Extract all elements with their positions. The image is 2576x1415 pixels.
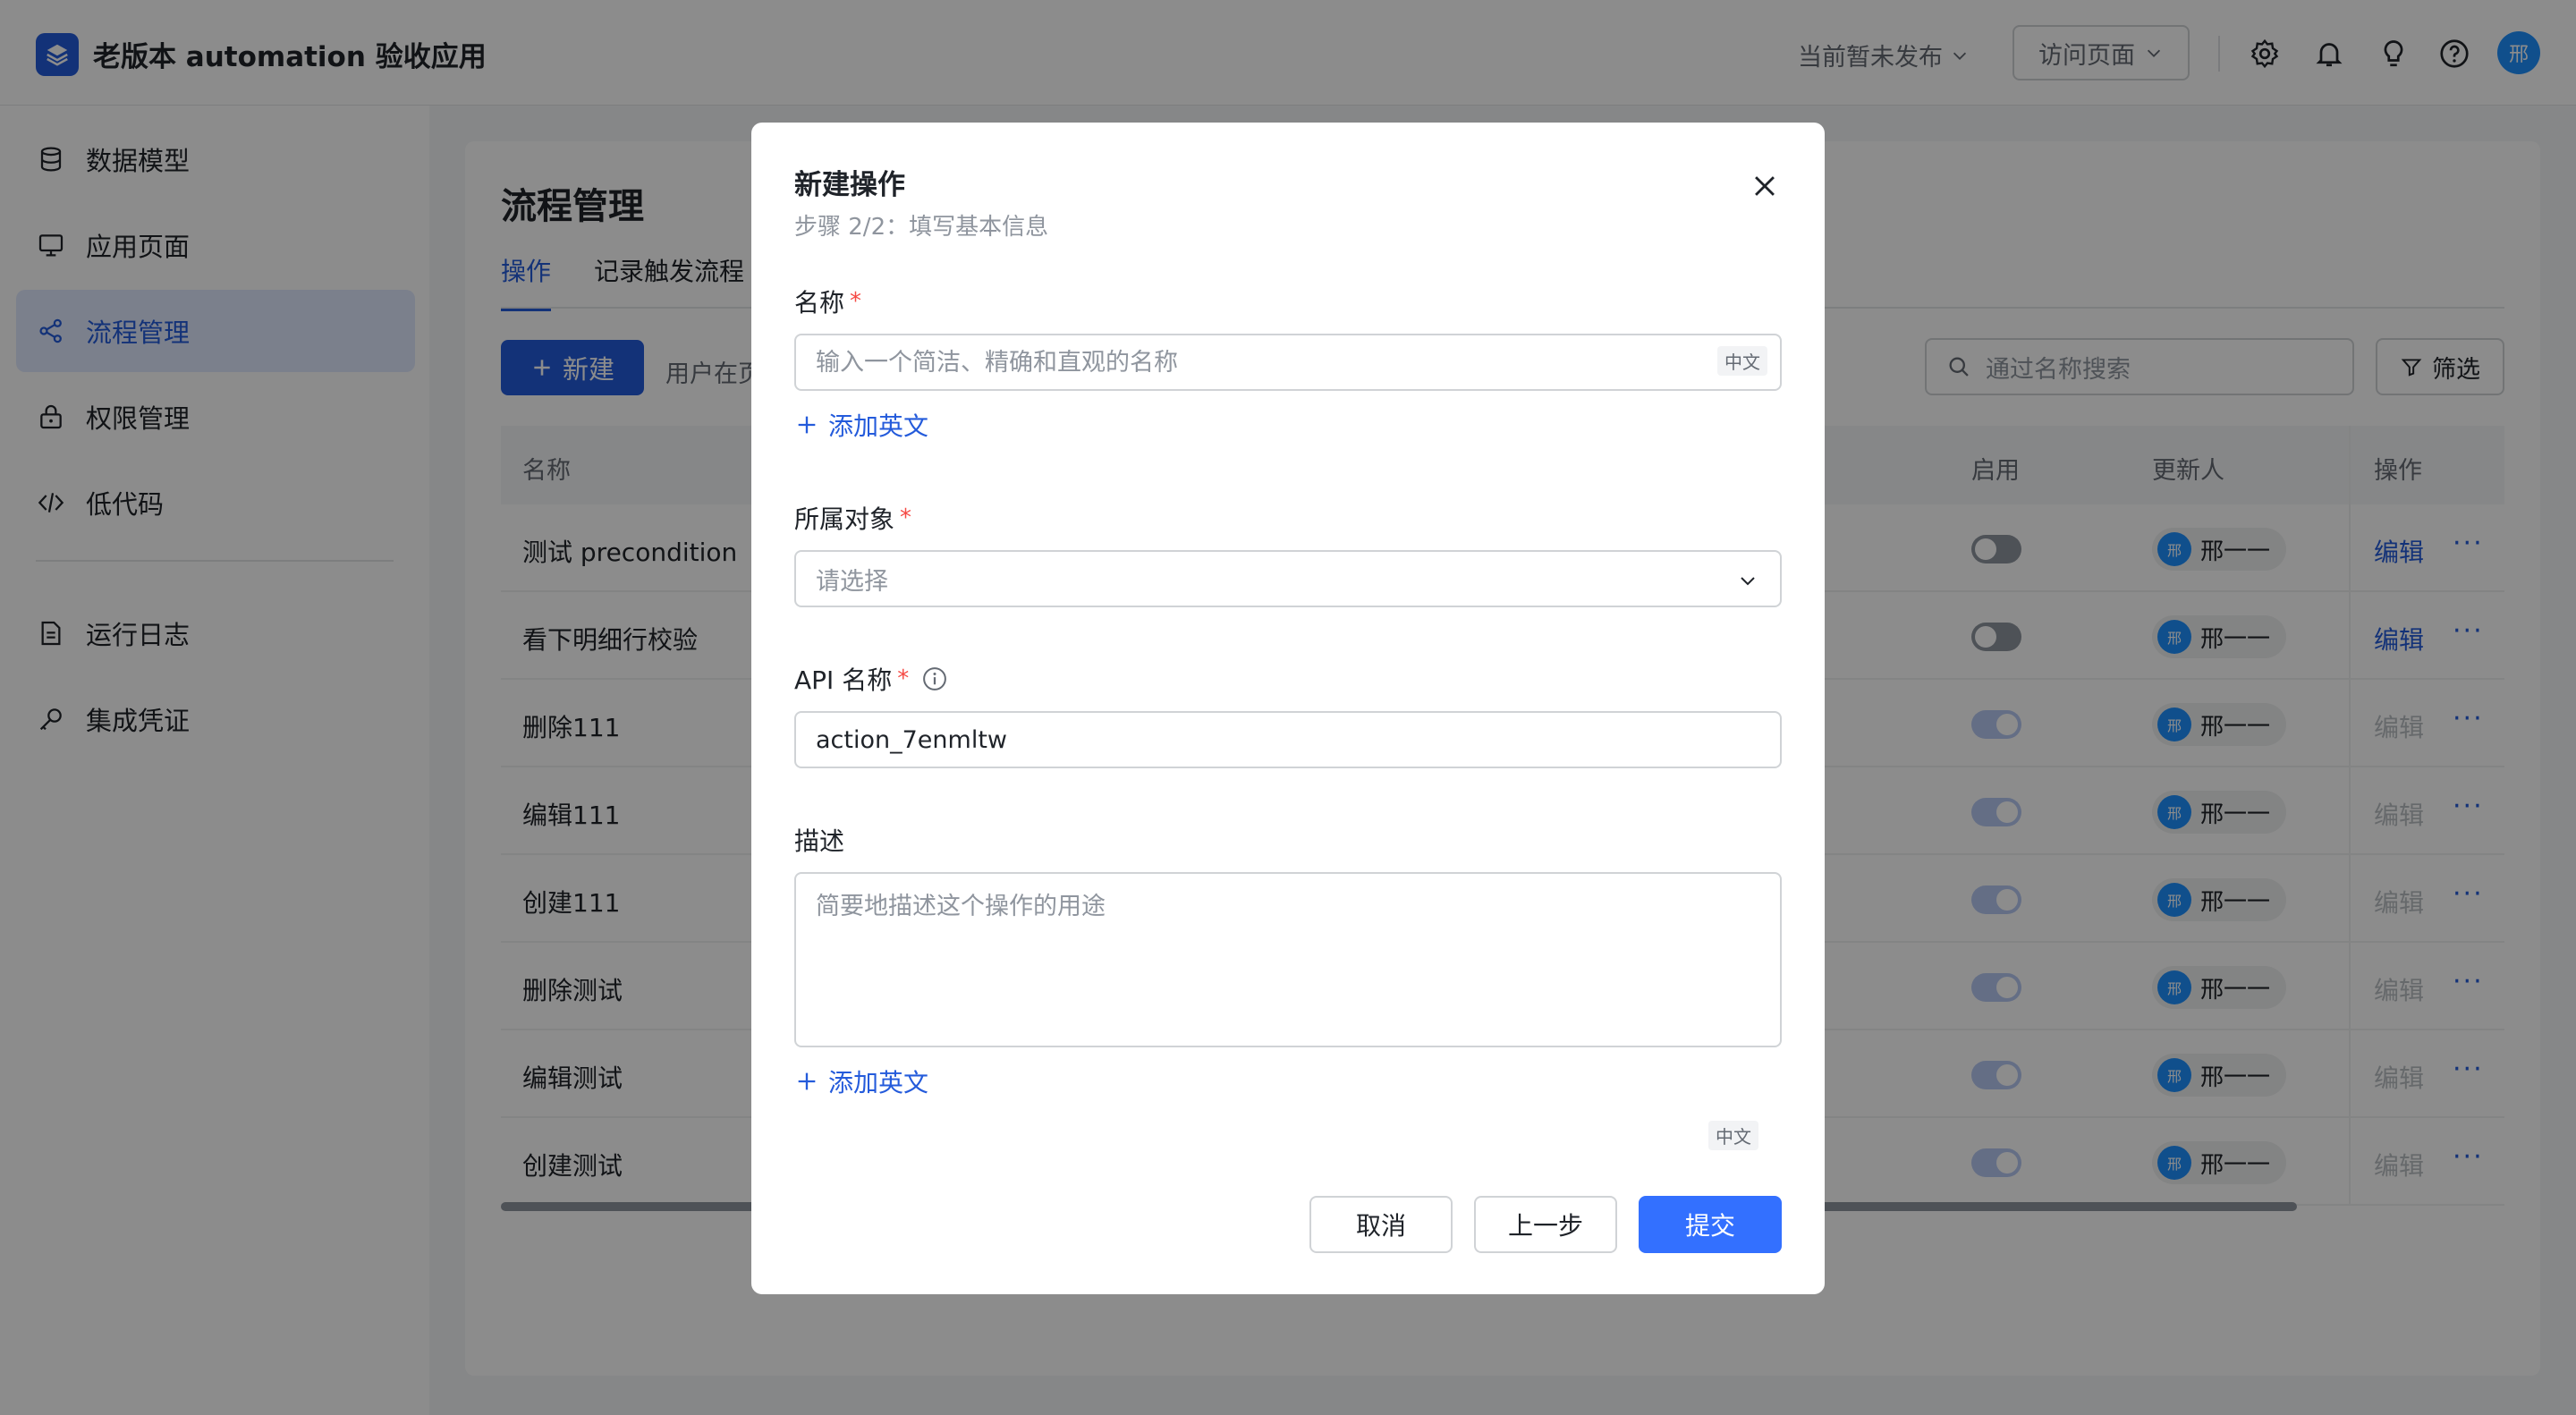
desc-label-text: 描述: [794, 826, 845, 856]
required-mark: *: [900, 504, 912, 531]
plus-icon: [798, 1072, 816, 1090]
chevron-down-icon: [1735, 568, 1760, 593]
plus-icon: [798, 416, 816, 434]
dialog-step-subtitle: 步骤 2/2：填写基本信息: [794, 214, 1049, 241]
info-icon[interactable]: [921, 665, 948, 692]
submit-button[interactable]: 提交: [1639, 1196, 1782, 1253]
name-label-text: 名称: [794, 288, 845, 318]
name-field-label: 名称 *: [794, 284, 861, 319]
object-select[interactable]: 请选择: [794, 550, 1782, 607]
lang-badge-zh[interactable]: 中文: [1708, 1121, 1758, 1150]
cancel-button[interactable]: 取消: [1309, 1196, 1453, 1253]
lang-badge-zh[interactable]: 中文: [1717, 346, 1767, 376]
required-mark: *: [850, 288, 862, 315]
add-english-name-link[interactable]: 添加英文: [794, 407, 928, 443]
description-textarea[interactable]: [794, 872, 1782, 1047]
close-icon[interactable]: [1742, 164, 1787, 208]
api-name-input[interactable]: [794, 711, 1782, 768]
previous-step-button[interactable]: 上一步: [1474, 1196, 1617, 1253]
required-mark: *: [897, 665, 910, 692]
object-label-text: 所属对象: [794, 504, 895, 534]
api-name-field-label: API 名称 *: [794, 661, 948, 697]
dialog-title: 新建操作: [794, 169, 905, 201]
add-english-label: 添加英文: [828, 1068, 929, 1097]
name-field-wrap: 中文: [751, 334, 1825, 391]
description-field-label: 描述: [794, 822, 844, 858]
api-label-text: API 名称: [794, 665, 893, 695]
object-field-label: 所属对象 *: [794, 500, 911, 536]
new-action-dialog: 新建操作 步骤 2/2：填写基本信息 名称 * 中文 添加英文 所属对象 * 请…: [751, 123, 1825, 1294]
object-select-placeholder: 请选择: [816, 567, 888, 596]
add-english-desc-link[interactable]: 添加英文: [794, 1063, 928, 1099]
name-input[interactable]: [794, 334, 1782, 391]
add-english-label: 添加英文: [828, 411, 929, 441]
